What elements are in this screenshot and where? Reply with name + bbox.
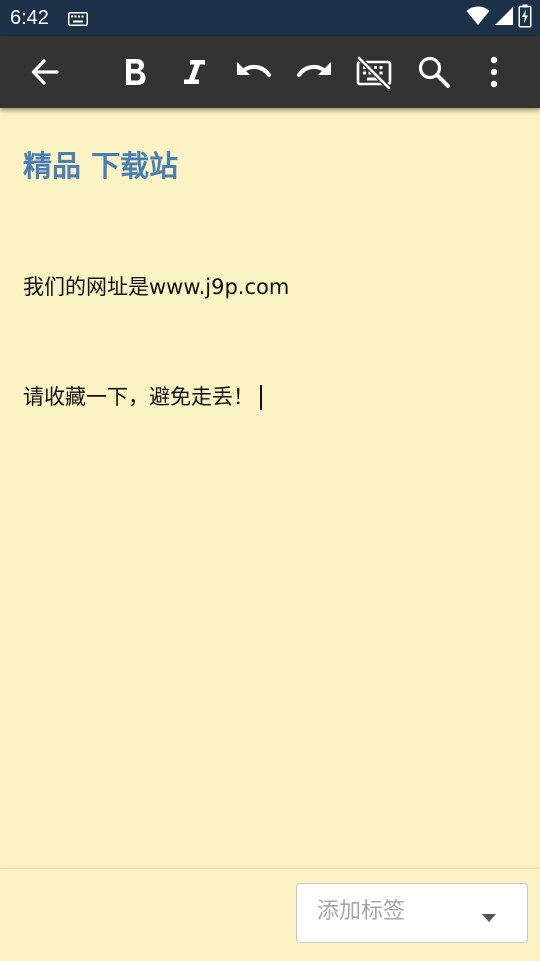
- bold-icon: [121, 56, 149, 88]
- status-icons: [466, 4, 532, 32]
- redo-button[interactable]: [290, 48, 338, 96]
- italic-button[interactable]: [170, 48, 218, 96]
- dropdown-arrow-icon: [481, 908, 497, 922]
- keyboard-icon: [68, 11, 88, 26]
- keyboard-hide-icon: [355, 55, 393, 89]
- more-vert-icon: [489, 56, 499, 88]
- status-bar: 6:42: [0, 0, 540, 36]
- note-body-text: 我们的网址是www.j9p.com: [23, 275, 290, 299]
- note-body-line-1[interactable]: 我们的网址是www.j9p.com: [23, 273, 289, 301]
- editor-toolbar: [0, 36, 540, 108]
- wifi-icon: [466, 6, 490, 30]
- redo-icon: [294, 56, 334, 88]
- undo-button[interactable]: [230, 48, 278, 96]
- search-button[interactable]: [410, 48, 458, 96]
- note-body-text: 请收藏一下，避免走丢！: [23, 385, 254, 409]
- tag-placeholder: 添加标签: [317, 899, 406, 924]
- back-button[interactable]: [21, 48, 69, 96]
- bold-button[interactable]: [111, 48, 159, 96]
- more-options-button[interactable]: [470, 48, 518, 96]
- note-editor[interactable]: 精品 下载站 我们的网址是www.j9p.com 请收藏一下，避免走丢！: [0, 108, 540, 870]
- status-time: 6:42: [10, 7, 49, 29]
- tag-bar: 添加标签: [0, 868, 540, 961]
- tag-dropdown[interactable]: 添加标签: [296, 883, 528, 943]
- text-cursor: [260, 385, 262, 410]
- note-body-line-2[interactable]: 请收藏一下，避免走丢！: [23, 383, 262, 411]
- back-arrow-icon: [29, 56, 61, 88]
- signal-icon: [494, 6, 514, 30]
- undo-icon: [234, 56, 274, 88]
- note-title[interactable]: 精品 下载站: [23, 148, 178, 184]
- italic-icon: [180, 56, 208, 88]
- hide-keyboard-button[interactable]: [350, 48, 398, 96]
- search-icon: [417, 55, 451, 89]
- battery-charging-icon: [518, 4, 532, 32]
